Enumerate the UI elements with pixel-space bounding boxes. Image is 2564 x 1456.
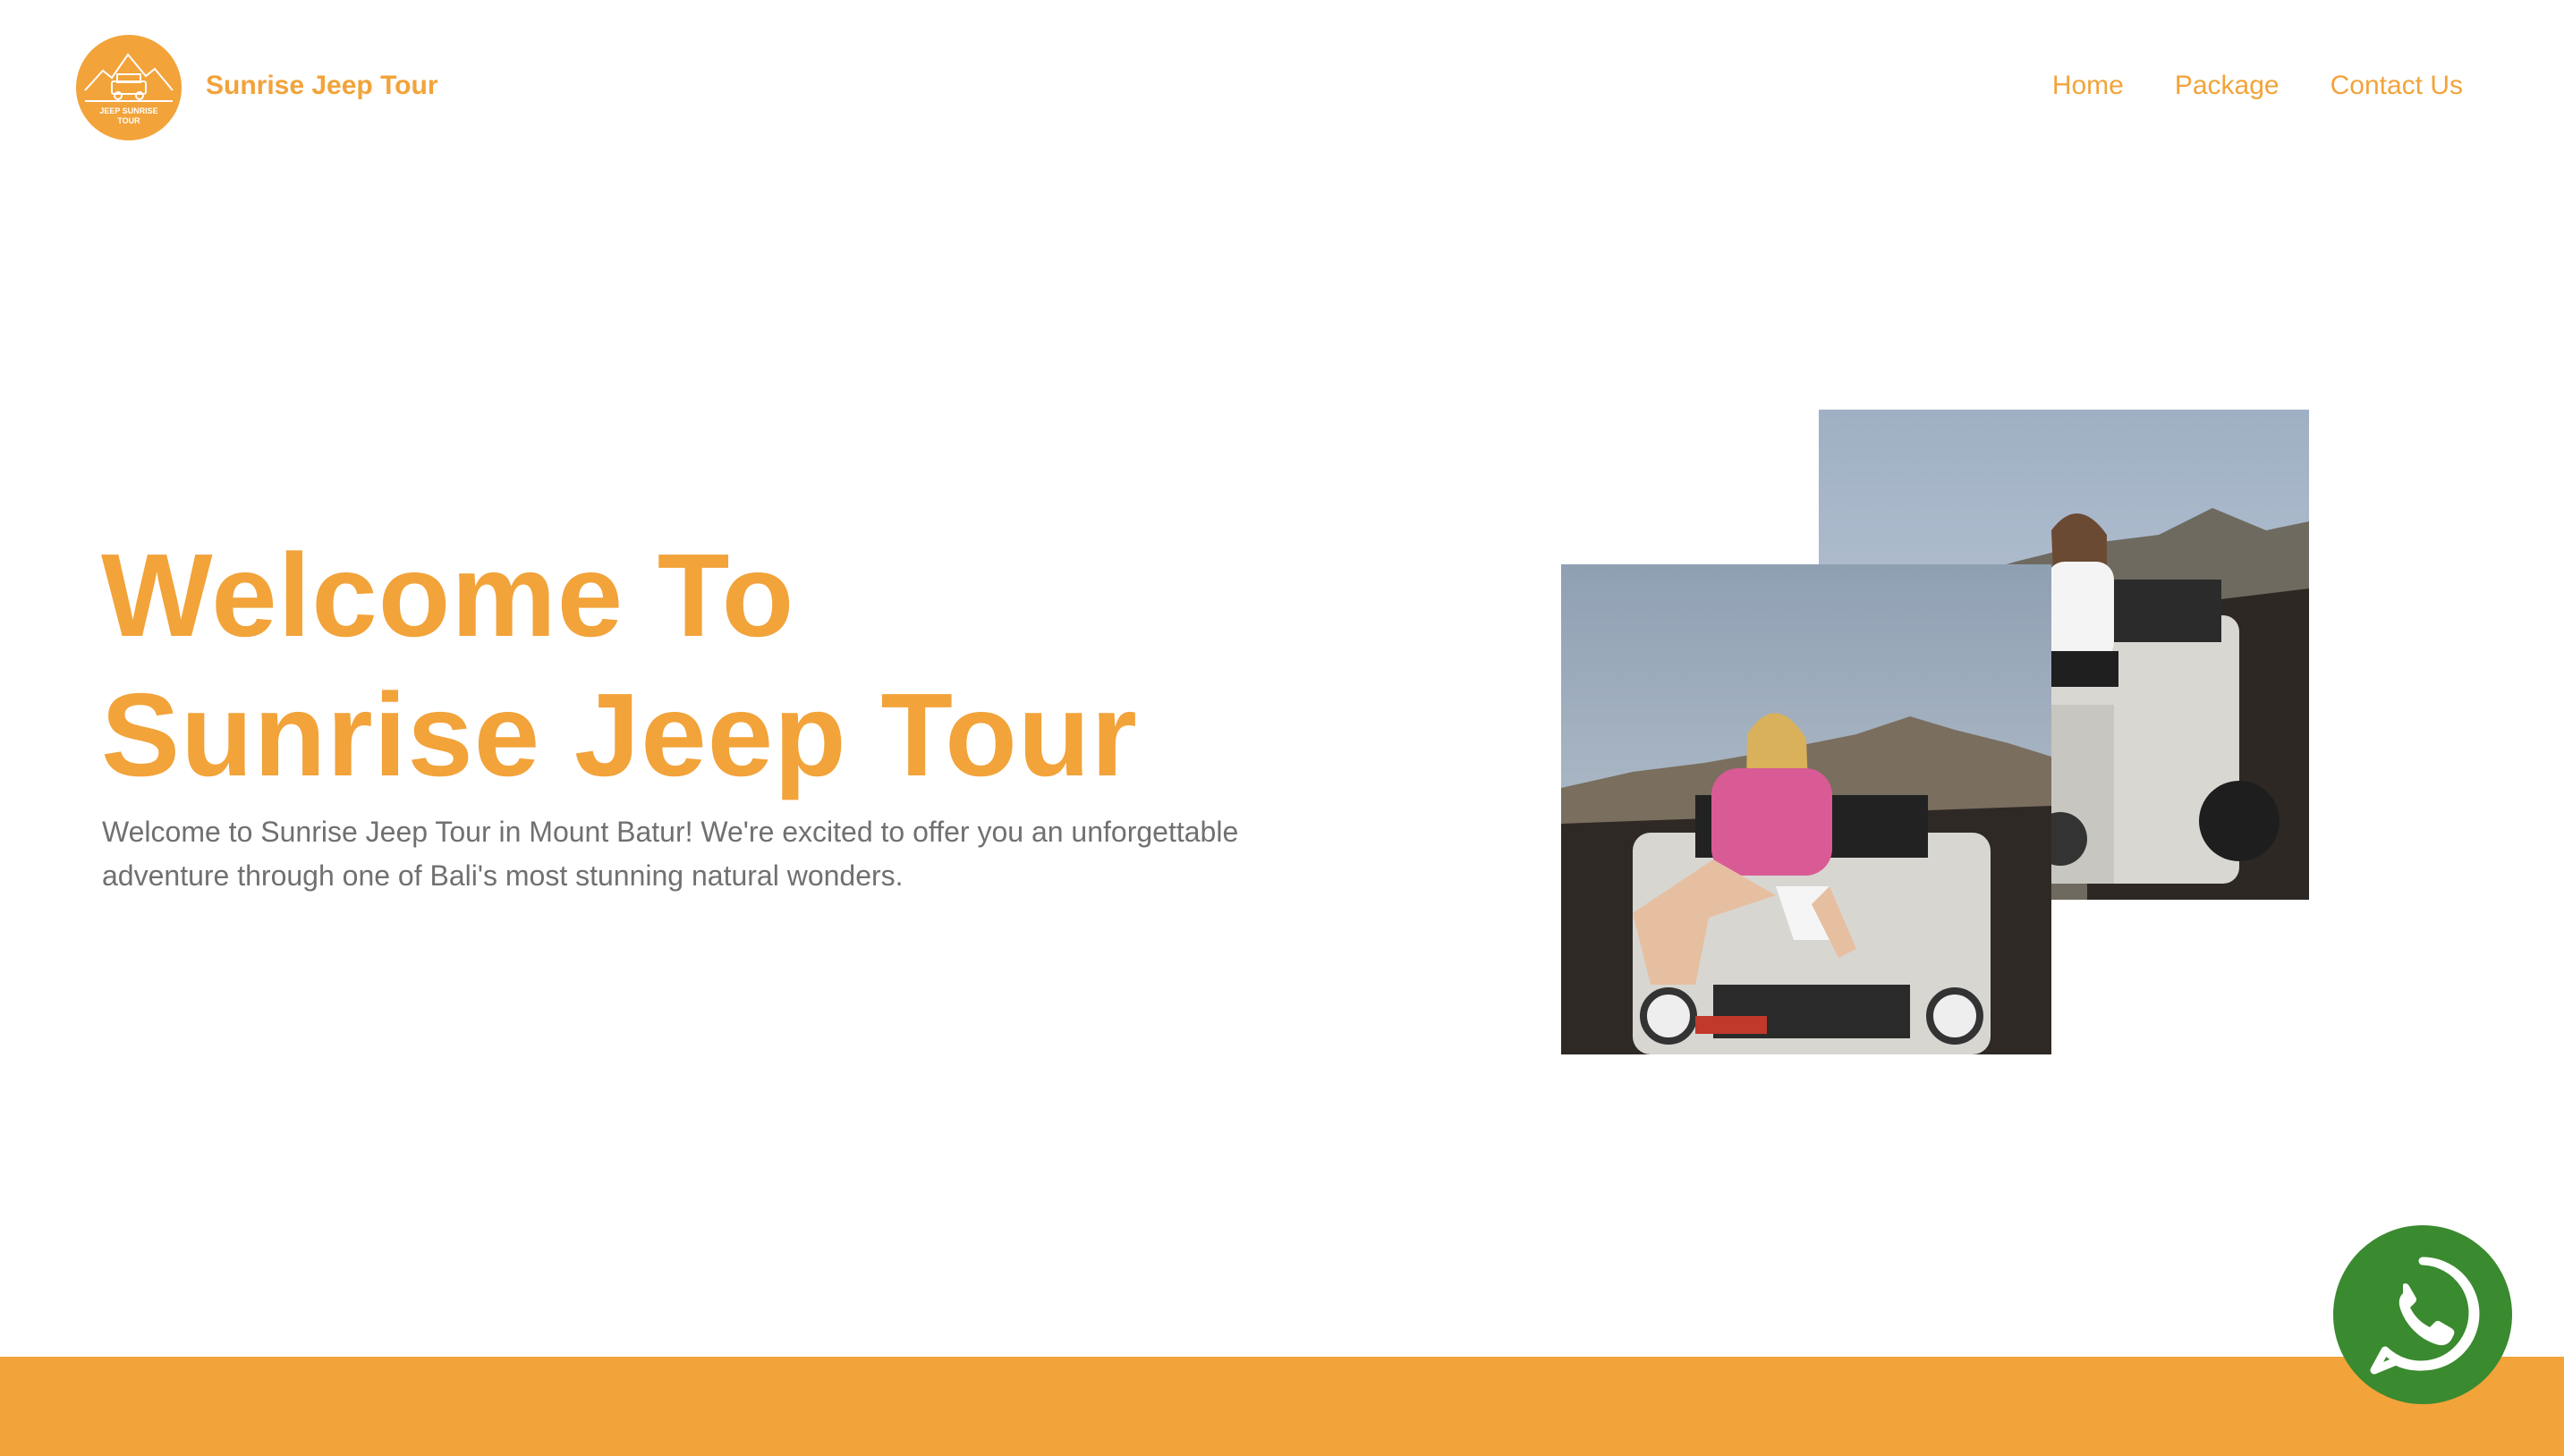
main-nav: Home Package Contact Us — [2052, 70, 2463, 102]
whatsapp-icon — [2370, 1257, 2480, 1375]
nav-contact-us[interactable]: Contact Us — [2331, 70, 2463, 102]
hero-title: Welcome To Sunrise Jeep Tour — [101, 526, 1138, 805]
hero-description: Welcome to Sunrise Jeep Tour in Mount Ba… — [102, 816, 1239, 892]
logo-text-line1: JEEP SUNRISE — [99, 106, 158, 115]
hero-title-line1: Welcome To — [101, 529, 795, 661]
nav-home[interactable]: Home — [2052, 70, 2124, 102]
hero-title-line2: Sunrise Jeep Tour — [101, 669, 1138, 800]
brand-logo[interactable]: JEEP SUNRISE TOUR — [76, 35, 182, 140]
whatsapp-button[interactable] — [2333, 1225, 2512, 1404]
logo-text-line2: TOUR — [117, 116, 140, 125]
brand-name[interactable]: Sunrise Jeep Tour — [206, 70, 438, 102]
nav-package[interactable]: Package — [2175, 70, 2280, 102]
footer-band — [0, 1357, 2564, 1456]
photo-woman-pink-sweater-jeep-hood — [1561, 564, 2051, 1054]
